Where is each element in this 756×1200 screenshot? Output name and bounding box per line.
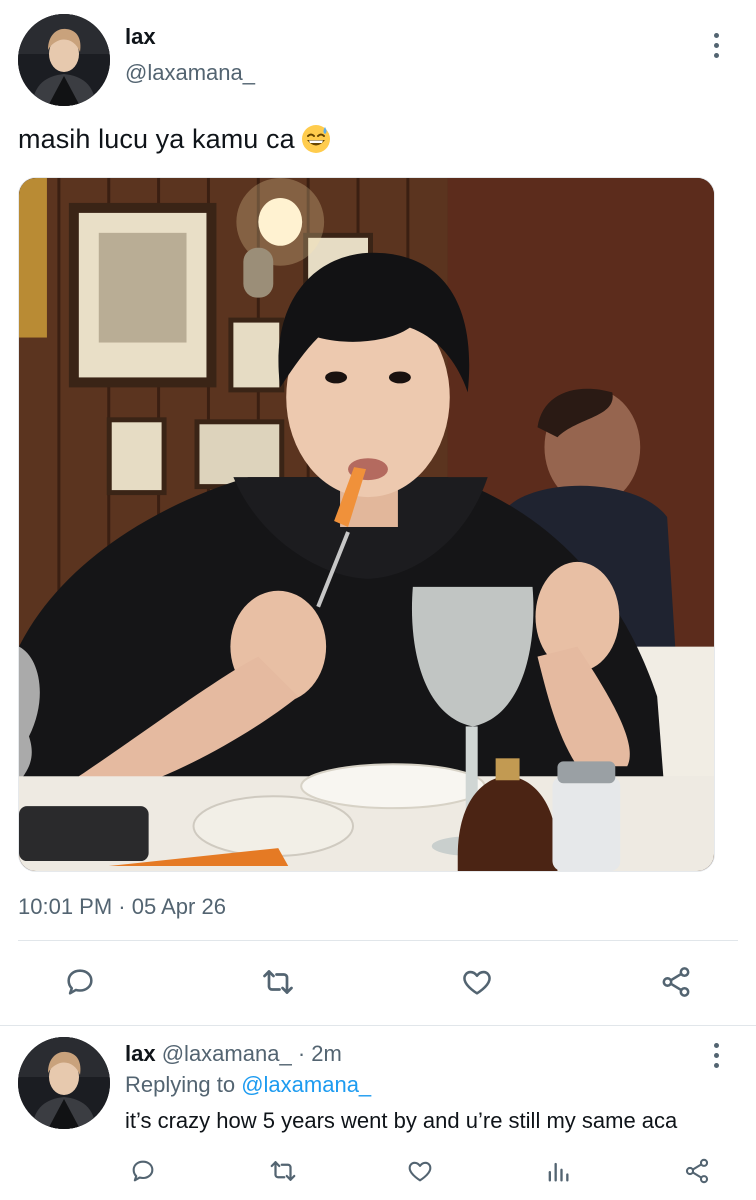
divider	[0, 1025, 756, 1026]
retweet-icon	[263, 970, 293, 994]
author-name[interactable]: lax	[125, 24, 156, 50]
reply-button[interactable]	[60, 962, 100, 1002]
divider	[18, 940, 738, 941]
share-icon	[662, 967, 690, 997]
tweet-photo[interactable]	[18, 177, 715, 872]
more-options-icon[interactable]	[706, 30, 726, 60]
tweet-time: 10:01 PM	[18, 894, 113, 919]
share-icon	[685, 1158, 709, 1184]
grinning-face-with-sweat-icon	[301, 124, 331, 154]
reply-icon	[67, 969, 93, 995]
heart-icon	[463, 970, 491, 995]
heart-icon	[408, 1161, 432, 1182]
reply-text: it’s crazy how 5 years went by and u’re …	[125, 1108, 678, 1133]
share-button[interactable]	[656, 962, 696, 1002]
analytics-icon	[548, 1162, 569, 1182]
reply-header: lax @laxamana_ · 2m	[125, 1041, 342, 1067]
reply-author-name[interactable]: lax	[125, 1041, 156, 1066]
retweet-button[interactable]	[258, 962, 298, 1002]
reply-reply-button[interactable]	[126, 1154, 160, 1188]
reply-retweet-button[interactable]	[266, 1154, 300, 1188]
like-button[interactable]	[457, 962, 497, 1002]
reply-more-options-icon[interactable]	[706, 1040, 726, 1070]
reply-share-button[interactable]	[680, 1154, 714, 1188]
reply-age[interactable]: 2m	[311, 1041, 342, 1066]
author-handle[interactable]: @laxamana_	[125, 60, 255, 86]
retweet-icon	[270, 1161, 296, 1181]
tweet-text: masih lucu ya kamu ca	[18, 124, 331, 155]
replying-to-link[interactable]: @laxamana_	[241, 1072, 371, 1097]
meta-separator: ·	[118, 894, 126, 919]
replying-to-prefix: Replying to	[125, 1072, 236, 1097]
reply-avatar[interactable]	[18, 1037, 110, 1129]
tweet-date: 05 Apr 26	[131, 894, 226, 919]
avatar[interactable]	[18, 14, 110, 106]
reply-separator: ·	[297, 1041, 306, 1066]
reply-icon	[132, 1160, 154, 1182]
tweet-timestamp[interactable]: 10:01 PM · 05 Apr 26	[18, 894, 226, 920]
reply-like-button[interactable]	[403, 1154, 437, 1188]
reply-author-handle[interactable]: @laxamana_	[162, 1041, 292, 1066]
tweet-text-content: masih lucu ya kamu ca	[18, 124, 295, 154]
replying-to: Replying to @laxamana_	[125, 1072, 371, 1098]
reply-analytics-button[interactable]	[541, 1154, 575, 1188]
